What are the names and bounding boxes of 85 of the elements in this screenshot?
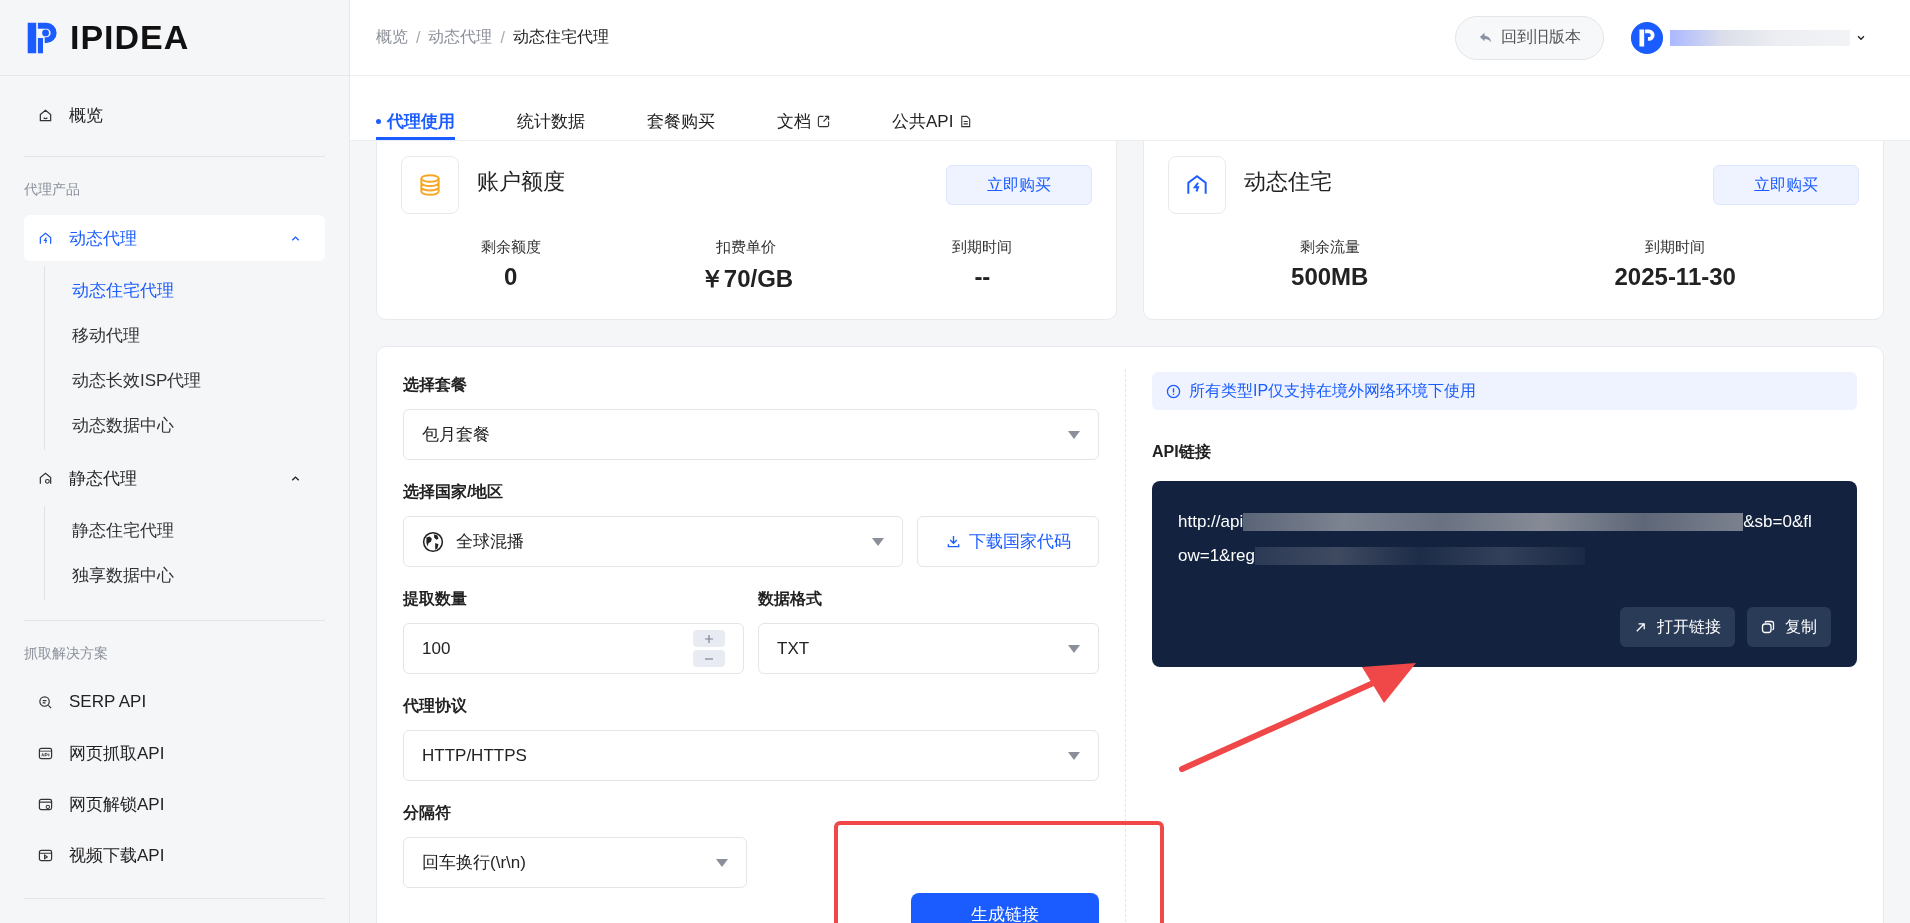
house-icon xyxy=(38,230,53,246)
card-title: 动态住宅 xyxy=(1244,168,1333,196)
quantity-field[interactable]: 100 xyxy=(403,623,744,674)
stat-label: 扣费单价 xyxy=(716,238,777,257)
back-button[interactable]: 回到旧版本 xyxy=(1455,15,1604,60)
sidebar-subitem[interactable]: 移动代理 xyxy=(45,313,325,358)
package-select[interactable]: 包月套餐 xyxy=(403,409,1099,460)
avatar-icon xyxy=(1630,20,1664,55)
separator-select[interactable]: 回车换行(\r\n) xyxy=(403,837,747,888)
dropdown-arrow-icon xyxy=(1068,430,1080,439)
dropdown-arrow-icon xyxy=(1068,751,1080,760)
breadcrumb-separator: / xyxy=(500,28,505,47)
url-text: http://api xyxy=(1178,511,1244,533)
sidebar-item[interactable]: 动态代理 xyxy=(24,215,325,261)
reply-arrow-icon xyxy=(1478,30,1493,45)
dropdown-arrow-icon xyxy=(1068,644,1080,653)
sidebar-item[interactable]: 概览 xyxy=(24,94,325,136)
generate-button[interactable]: 生成链接 xyxy=(911,893,1099,923)
field-label: 分隔符 xyxy=(403,803,452,823)
globe-icon xyxy=(422,530,444,553)
buy-button[interactable]: 立即购买 xyxy=(946,165,1092,205)
sidebar-item[interactable]: 网页抓取API xyxy=(24,730,325,776)
stat-value: 0 xyxy=(503,263,518,291)
download-button[interactable]: 下载国家代码 xyxy=(917,516,1099,567)
stat-label: 剩余额度 xyxy=(480,238,541,257)
sidebar-subitem[interactable]: 静态住宅代理 xyxy=(45,508,325,553)
dropdown-arrow-icon xyxy=(716,858,728,867)
tab[interactable]: 公共API xyxy=(892,110,973,140)
buy-button[interactable]: 立即购买 xyxy=(1713,165,1859,205)
api-window-icon xyxy=(38,745,53,761)
document-icon xyxy=(959,115,973,128)
video-icon xyxy=(38,847,53,863)
download-icon xyxy=(945,534,961,549)
home-icon xyxy=(38,107,53,123)
breadcrumb-link[interactable]: 动态住宅代理 xyxy=(512,27,609,48)
format-select[interactable]: TXT xyxy=(758,623,1099,674)
external-link-icon xyxy=(817,115,830,128)
logo-text: IPIDEA xyxy=(70,18,190,57)
breadcrumb-separator: / xyxy=(416,28,421,47)
info-icon xyxy=(1166,383,1181,399)
sidebar-subitem[interactable]: 独享数据中心 xyxy=(45,553,325,598)
sidebar-item[interactable]: 视频下载API xyxy=(24,832,325,878)
stat-value: ￥70/GB xyxy=(699,264,794,294)
decrement-button[interactable] xyxy=(693,650,725,667)
plus-icon xyxy=(704,633,714,644)
copy-icon xyxy=(1761,620,1775,634)
sidebar-item[interactable]: 静态代理 xyxy=(24,455,325,501)
field-label: 选择套餐 xyxy=(403,375,468,395)
field-label: 代理协议 xyxy=(403,696,468,716)
increment-button[interactable] xyxy=(693,630,725,647)
coins-icon xyxy=(417,172,443,198)
open-link-button[interactable]: 打开链接 xyxy=(1620,607,1735,647)
copy-button[interactable]: 复制 xyxy=(1747,607,1831,647)
tab[interactable]: 套餐购买 xyxy=(647,110,715,140)
sidebar-item[interactable]: SERP API xyxy=(24,679,325,725)
tab[interactable]: 文档 xyxy=(777,110,830,140)
tab[interactable]: 统计数据 xyxy=(517,110,585,140)
browser-lock-icon xyxy=(38,796,53,812)
stat-label: 到期时间 xyxy=(952,238,1013,257)
field-label: 提取数量 xyxy=(403,589,468,609)
field-label: 选择国家/地区 xyxy=(403,482,505,502)
section-label: API链接 xyxy=(1152,442,1212,462)
stat-label: 到期时间 xyxy=(1645,238,1706,257)
card-title: 账户额度 xyxy=(477,168,566,196)
user-menu[interactable] xyxy=(1630,20,1866,55)
region-select[interactable]: 全球混播 xyxy=(403,516,903,567)
section-title: 代理产品 xyxy=(24,181,81,199)
search-icon xyxy=(38,694,53,710)
stat-value: 2025-11-30 xyxy=(1614,263,1736,291)
sidebar-item[interactable]: 网页解锁API xyxy=(24,781,325,827)
sidebar-subitem[interactable]: 动态长效ISP代理 xyxy=(45,358,325,403)
url-text: ow=1&reg xyxy=(1178,545,1256,567)
url-text: &sb=0&fl xyxy=(1743,511,1812,533)
sidebar-subitem[interactable]: 动态住宅代理 xyxy=(45,268,325,313)
stat-value: -- xyxy=(974,263,991,291)
arrow-up-right-icon xyxy=(1634,620,1647,634)
notice-text: 所有类型IP仅支持在境外网络环境下使用 xyxy=(1189,380,1477,401)
dropdown-arrow-icon xyxy=(872,537,884,546)
stat-label: 剩余流量 xyxy=(1299,238,1360,257)
stat-value: 500MB xyxy=(1291,263,1369,291)
protocol-select[interactable]: HTTP/HTTPS xyxy=(403,730,1099,781)
house-icon xyxy=(38,470,53,486)
field-label: 数据格式 xyxy=(758,589,823,609)
sidebar-subitem[interactable]: 动态数据中心 xyxy=(45,403,325,448)
section-title: 抓取解决方案 xyxy=(24,645,109,663)
